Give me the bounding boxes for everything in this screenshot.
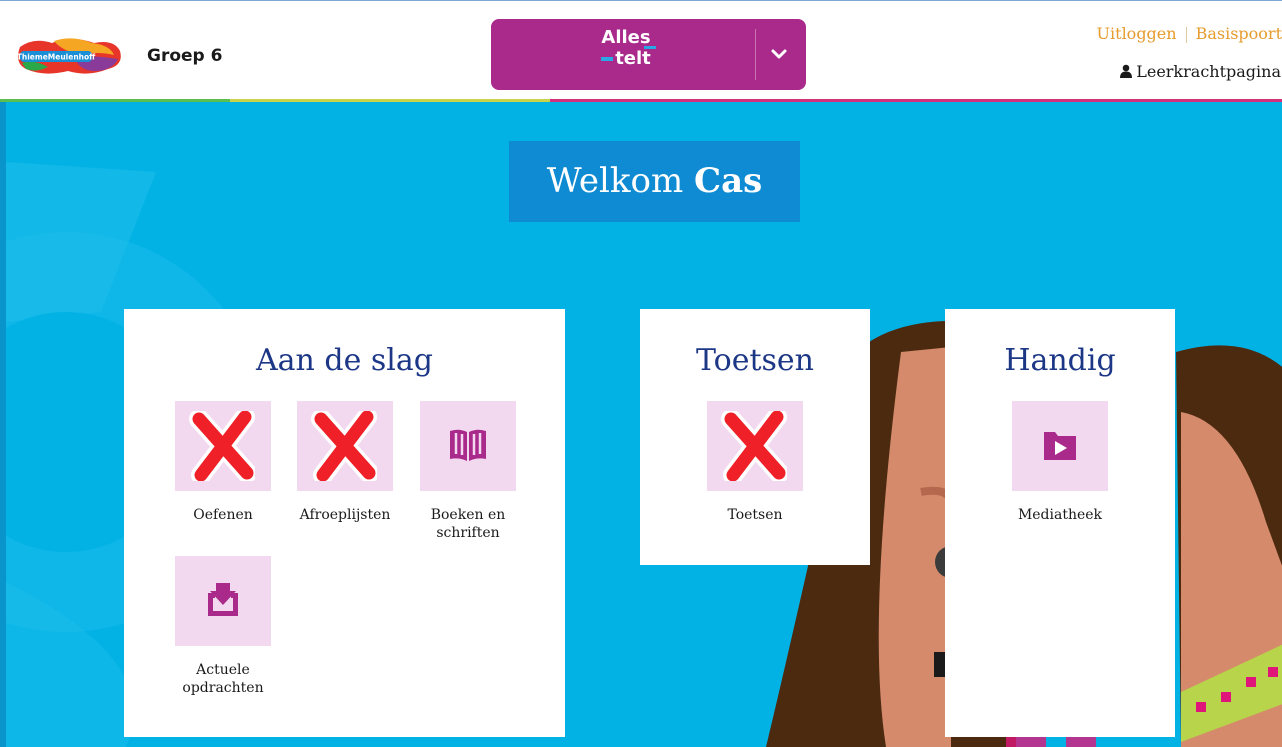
brand-line-2: telt: [615, 48, 651, 69]
card-title: Aan de slag: [256, 343, 433, 378]
top-links: Uitloggen Basispoort: [1097, 24, 1282, 43]
tile-oefenen[interactable]: Oefenen: [175, 401, 271, 524]
group-label: Groep 6: [147, 46, 223, 66]
main-area: Welkom Cas Aan de slag Oefenen Afroeplij…: [0, 102, 1282, 747]
tile-label: Mediatheek: [1017, 507, 1103, 523]
inbox-download-icon: [208, 583, 238, 616]
tile-toetsen[interactable]: Toetsen: [707, 401, 803, 524]
tile-label: Actuele opdrachten: [182, 662, 264, 696]
basispoort-link[interactable]: Basispoort: [1196, 24, 1282, 43]
tile-label: Boeken en schriften: [430, 507, 506, 541]
teacher-page-label: Leerkrachtpagina: [1136, 62, 1281, 81]
aan-de-slag-card: Aan de slag Oefenen Afroeplijsten Boeken…: [124, 309, 565, 737]
toetsen-card: Toetsen Toetsen: [640, 309, 870, 565]
tile-label: Toetsen: [727, 507, 783, 523]
tile-boeken-en-schriften[interactable]: Boeken en schriften: [420, 401, 516, 542]
welcome-prefix: Welkom: [546, 161, 684, 201]
welcome-banner: Welkom Cas: [509, 141, 800, 222]
x-mark-icon: [311, 411, 377, 481]
logout-link[interactable]: Uitloggen: [1097, 24, 1177, 43]
teacher-page-link[interactable]: Leerkrachtpagina: [1119, 62, 1281, 81]
tile-label: Afroeplijsten: [299, 507, 391, 523]
media-folder-icon: [1044, 432, 1076, 460]
card-title: Handig: [1004, 343, 1116, 378]
person-icon: [1119, 63, 1133, 78]
logo-wordmark: ThiemeMeulenhoff: [17, 53, 96, 62]
x-mark-icon: [189, 411, 255, 481]
book-icon: [450, 429, 486, 461]
handig-card: Handig Mediatheek: [945, 309, 1175, 737]
tile-label: Oefenen: [193, 507, 253, 523]
top-header: ThiemeMeulenhoff Groep 6 Alles telt Uitl…: [0, 0, 1282, 103]
tile-actuele-opdrachten[interactable]: Actuele opdrachten: [175, 556, 271, 697]
chevron-down-icon[interactable]: [764, 39, 794, 69]
brand-line-1: Alles: [601, 27, 651, 48]
tile-afroeplijsten[interactable]: Afroeplijsten: [297, 401, 393, 524]
x-mark-icon: [721, 411, 787, 481]
method-switcher-button[interactable]: Alles telt: [491, 19, 806, 90]
card-title: Toetsen: [695, 343, 815, 378]
student-name: Cas: [694, 161, 763, 201]
thiememeulenhoff-logo[interactable]: ThiemeMeulenhoff: [14, 37, 124, 75]
tile-mediatheek[interactable]: Mediatheek: [1012, 401, 1108, 524]
